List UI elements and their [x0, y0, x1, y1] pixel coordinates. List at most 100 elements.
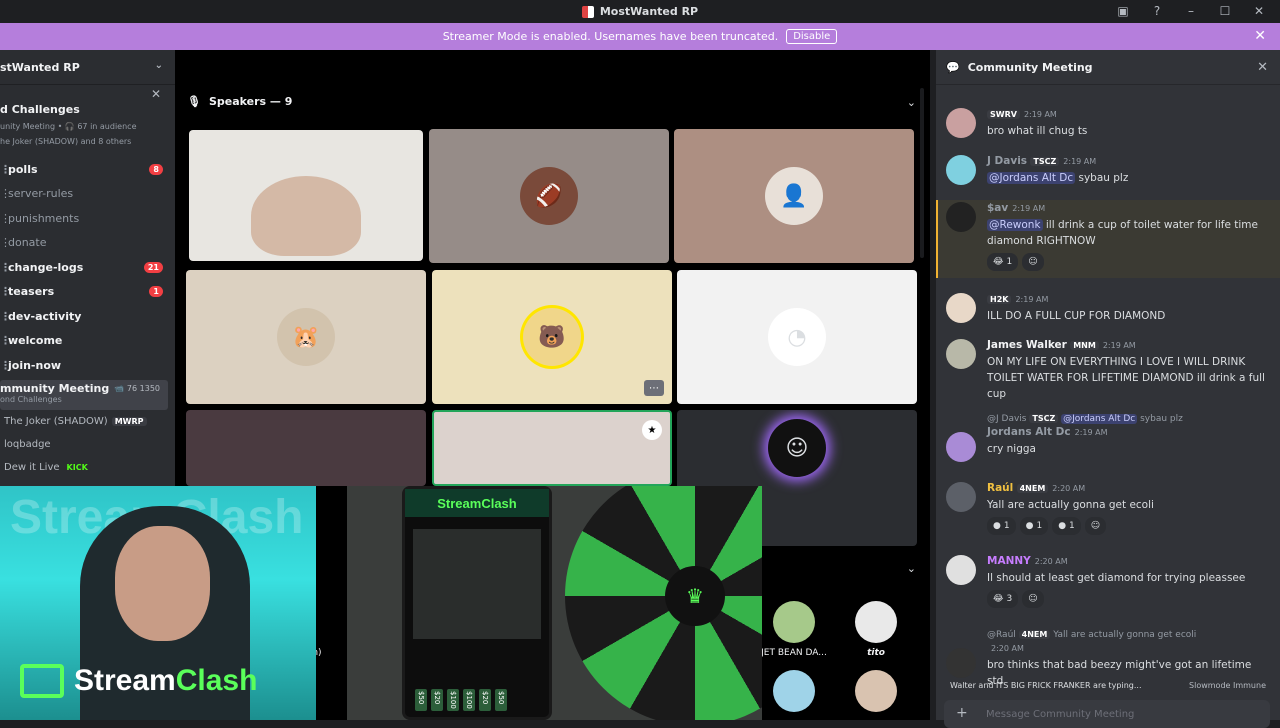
- channel-name: donate: [8, 236, 47, 250]
- channel-dev-activity[interactable]: ⋮ dev-activity: [0, 304, 175, 329]
- voice-channel-active[interactable]: mmunity Meeting ond Challenges 📹 76 1350: [0, 379, 168, 410]
- speaker-tile-speaking[interactable]: ★: [432, 410, 672, 486]
- hash-icon: ⋮: [0, 260, 11, 274]
- close-chat-icon[interactable]: ✕: [1257, 60, 1268, 75]
- mention[interactable]: @Jordans Alt Dc: [987, 172, 1076, 184]
- collapse-speakers-icon[interactable]: ⌄: [907, 96, 916, 109]
- chat-bubble-icon: 💬: [946, 60, 960, 74]
- reaction-pill[interactable]: 😂 3: [987, 590, 1019, 608]
- speakers-header: 🎙 Speakers — 9: [187, 95, 292, 108]
- channel-change-logs[interactable]: ⋮ change-logs 21: [0, 255, 175, 280]
- chat-message[interactable]: James Walker MNM 2:19 AM ON MY LIFE ON EVE…: [946, 337, 1270, 402]
- message-text: ILL DO A FULL CUP FOR DIAMOND: [987, 310, 1166, 322]
- title-bar: MostWanted RP ▣ ? – ☐ ✕: [0, 0, 1280, 23]
- message-input[interactable]: + Message Community Meeting: [944, 700, 1270, 728]
- user-avatar[interactable]: [946, 432, 976, 462]
- speaker-tile[interactable]: [186, 410, 426, 486]
- channel-name: dev-activity: [8, 309, 82, 323]
- username[interactable]: James Walker: [987, 339, 1067, 351]
- chat-message[interactable]: J Davis TSCZ 2:19 AM @Jordans Alt Dc sybau…: [946, 153, 1270, 186]
- maximize-icon[interactable]: ☐: [1218, 4, 1232, 18]
- timestamp: 2:19 AM: [1063, 157, 1097, 166]
- username[interactable]: MANNY: [987, 555, 1031, 567]
- speaker-tile[interactable]: 🐹: [186, 270, 426, 404]
- timestamp: 2:19 AM: [1102, 341, 1136, 350]
- chat-message[interactable]: $av 2:19 AM @Rewonk ill drink a cup of toi…: [946, 200, 1270, 271]
- channel-polls[interactable]: ⋮ polls 8: [0, 157, 175, 182]
- banner-close-icon[interactable]: ✕: [1254, 28, 1266, 44]
- voice-user[interactable]: Dew it Live KICK: [0, 456, 175, 479]
- reaction-pill[interactable]: 😂 1: [987, 253, 1019, 271]
- chat-message[interactable]: H2K 2:19 AM ILL DO A FULL CUP FOR DIAMOND: [946, 291, 1270, 324]
- channel-join-now[interactable]: ⋮ join-now: [0, 353, 175, 378]
- user-avatar[interactable]: [946, 555, 976, 585]
- audience-avatar[interactable]: [773, 601, 815, 643]
- help-icon[interactable]: ?: [1150, 4, 1164, 18]
- user-avatar[interactable]: [946, 155, 976, 185]
- timestamp: 2:20 AM: [1052, 484, 1086, 493]
- speaker-tile[interactable]: ◔: [677, 270, 917, 404]
- username[interactable]: J Davis: [987, 155, 1027, 167]
- chat-message[interactable]: SWRV 2:19 AM bro what ill chug ts: [946, 106, 1270, 139]
- user-avatar[interactable]: [946, 648, 976, 678]
- disable-button[interactable]: Disable: [786, 29, 838, 44]
- speakers-label: Speakers — 9: [208, 95, 293, 108]
- prize-wheel: ♛: [565, 486, 762, 720]
- collapse-audience-icon[interactable]: ⌄: [907, 562, 916, 575]
- chat-message[interactable]: @J Davis TSCZ @Jordans Alt Dc sybau plz J…: [946, 414, 1270, 462]
- reaction-pill[interactable]: ● 1: [987, 517, 1016, 535]
- minimize-icon[interactable]: –: [1184, 4, 1198, 18]
- username[interactable]: Raúl: [987, 482, 1013, 494]
- chevron-down-icon[interactable]: ⌄: [155, 60, 163, 71]
- voice-user[interactable]: The Joker (SHADOW) MWRP: [0, 410, 175, 433]
- mention[interactable]: @Rewonk: [987, 219, 1043, 231]
- speaker-tile[interactable]: 🐻 ⋯: [432, 270, 672, 404]
- screen-share-icon[interactable]: ▣: [1116, 4, 1130, 18]
- user-tag: H2K: [987, 295, 1012, 304]
- user-avatar[interactable]: [946, 339, 976, 369]
- reaction-pill[interactable]: ● 1: [1052, 517, 1081, 535]
- username[interactable]: Jordans Alt Dc: [987, 426, 1071, 438]
- user-avatar[interactable]: [946, 482, 976, 512]
- speaker-tile[interactable]: 🏈: [429, 129, 669, 263]
- hash-icon: ⋮: [0, 187, 11, 201]
- reply-preview[interactable]: @J Davis TSCZ @Jordans Alt Dc sybau plz: [987, 414, 1270, 424]
- channel-punishments[interactable]: ⋮ punishments: [0, 206, 175, 231]
- user-avatar[interactable]: [946, 202, 976, 232]
- plus-icon[interactable]: +: [956, 705, 968, 721]
- add-reaction-icon[interactable]: ☺: [1084, 517, 1107, 535]
- channel-server-rules[interactable]: ⋮ server-rules: [0, 182, 175, 207]
- server-header[interactable]: stWanted RP ⌄: [0, 50, 175, 85]
- stage-scrollbar[interactable]: [920, 88, 924, 258]
- add-reaction-icon[interactable]: ☺: [1022, 253, 1044, 271]
- audience-avatar[interactable]: [855, 601, 897, 643]
- audience-avatar[interactable]: [855, 670, 897, 712]
- hash-icon: ⋮: [0, 162, 11, 176]
- price-button: $50: [415, 689, 427, 711]
- channel-donate[interactable]: ⋮ donate: [0, 231, 175, 256]
- avatar: ☺: [768, 419, 826, 477]
- add-reaction-icon[interactable]: ☺: [1022, 590, 1044, 608]
- message-text: cry nigga: [987, 443, 1036, 455]
- close-window-icon[interactable]: ✕: [1252, 4, 1266, 18]
- reaction-pill[interactable]: ● 1: [1019, 517, 1049, 535]
- user-tag: 4NEM: [1016, 484, 1049, 493]
- channel-teasers[interactable]: ⋮ teasers 1: [0, 280, 175, 305]
- speaker-tile[interactable]: 👤: [674, 129, 914, 263]
- more-options-icon[interactable]: ⋯: [644, 380, 664, 396]
- event-card[interactable]: d Challenges unity Meeting • 🎧 67 in aud…: [0, 85, 175, 157]
- speaker-tile-video[interactable]: [189, 130, 423, 261]
- price-button: $20: [479, 689, 491, 711]
- username[interactable]: $av: [987, 202, 1008, 214]
- chat-message[interactable]: Raúl 4NEM 2:20 AM Yall are actually gonna …: [946, 480, 1270, 535]
- channel-welcome[interactable]: ⋮ welcome: [0, 329, 175, 354]
- voice-user[interactable]: loqbadge: [0, 433, 175, 456]
- hash-icon: ⋮: [0, 236, 11, 250]
- close-icon[interactable]: ✕: [151, 87, 161, 101]
- user-avatar[interactable]: [946, 293, 976, 323]
- audience-avatar[interactable]: [773, 670, 815, 712]
- user-avatar[interactable]: [946, 108, 976, 138]
- message-text: ON MY LIFE ON EVERYTHING I LOVE I WILL D…: [987, 356, 1265, 400]
- reply-preview[interactable]: @Raúl 4NEM Yall are actually gonna get e…: [987, 630, 1270, 640]
- chat-message[interactable]: MANNY 2:20 AM Il should at least get diamo…: [946, 553, 1270, 608]
